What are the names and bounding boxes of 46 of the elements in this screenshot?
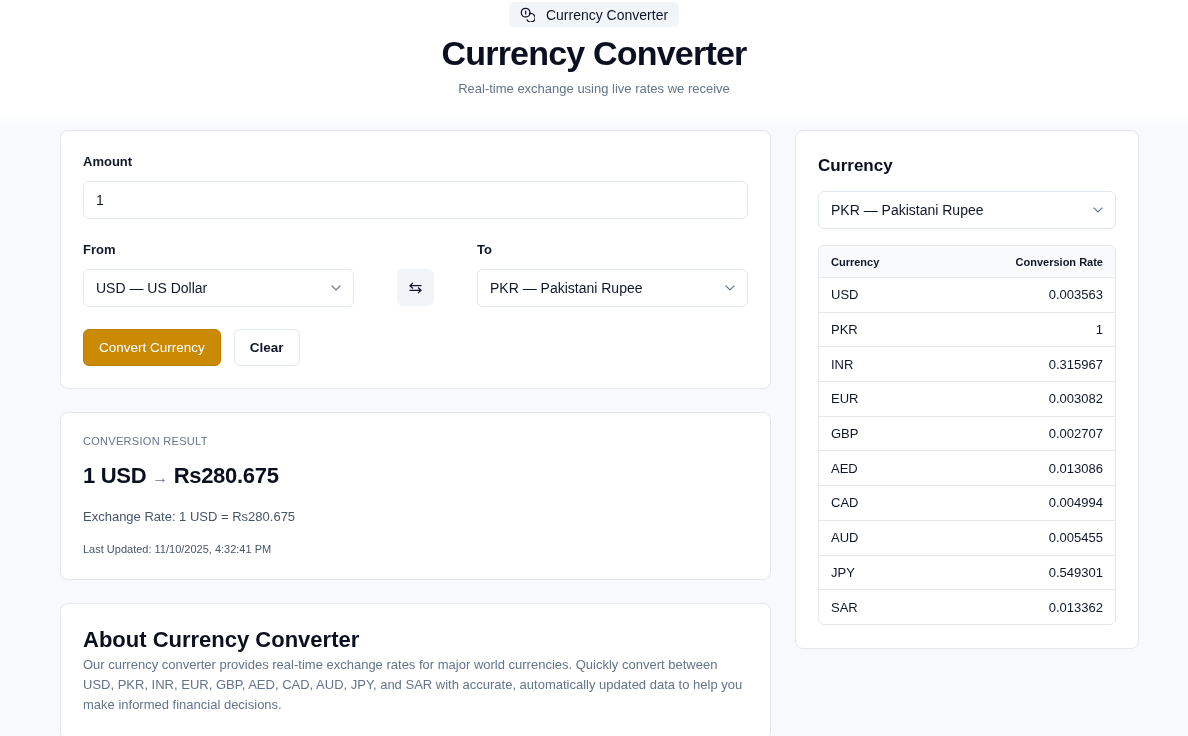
currency-cell: AUD — [831, 530, 859, 546]
chevron-icon — [725, 285, 735, 291]
swap-icon — [409, 281, 422, 294]
to-select[interactable]: PKR — Pakistani Rupee — [477, 269, 748, 307]
currency-cell: EUR — [831, 391, 859, 407]
clear-button[interactable]: Clear — [233, 329, 300, 366]
currency-cell: GBP — [831, 426, 859, 442]
page-badge: Currency Converter — [508, 2, 680, 27]
exchange-rate-text: Exchange Rate: 1 USD = Rs280.675 — [83, 508, 297, 526]
rates-title: Currency — [818, 155, 894, 177]
coins-icon — [519, 7, 535, 22]
rate-cell: 0.003082 — [1048, 391, 1103, 407]
chevron-icon — [331, 285, 341, 291]
result-value: 1 USD → Rs280.675 — [83, 462, 280, 490]
page-subtitle: Real-time exchange using live rates we receive — [458, 80, 730, 98]
rate-cell: 0.002707 — [1048, 426, 1103, 442]
currency-cell: AED — [831, 460, 858, 476]
about-title: About Currency Converter — [83, 626, 361, 654]
column-header: Currency — [831, 255, 880, 268]
column-header: Conversion Rate — [1015, 255, 1103, 268]
page-title: Currency Converter — [441, 33, 747, 74]
rate-cell: 0.005455 — [1048, 530, 1103, 546]
currency-cell: INR — [831, 356, 854, 372]
last-updated-text: Last Updated: 11/10/2025, 4:32:41 PM — [83, 542, 273, 557]
rate-cell: 0.004994 — [1048, 495, 1103, 511]
about-text: Our currency converter provides real-time exchange rates for major world currencies. Quickly convert between USD, PKR, INR, EUR, GBP, AED, CAD, AUD, JPY, and SAR with accurate, automatically updated data to help you make informed financial decisions. — [83, 656, 744, 714]
rate-cell: 0.013362 — [1048, 599, 1103, 615]
rate-cell: 0.003563 — [1048, 287, 1103, 303]
currency-cell: PKR — [831, 322, 858, 338]
swap-button[interactable] — [397, 269, 434, 306]
amount-input[interactable]: 1 — [83, 181, 748, 219]
rate-cell: 0.549301 — [1048, 564, 1103, 580]
result-label: CONVERSION RESULT — [83, 434, 209, 449]
currency-cell: USD — [831, 287, 859, 303]
rate-cell: 0.013086 — [1048, 460, 1103, 476]
from-select[interactable]: USD — US Dollar — [83, 269, 354, 307]
currency-cell: CAD — [831, 495, 859, 511]
base-currency-select[interactable]: PKR — Pakistani Rupee — [818, 191, 1116, 229]
rate-cell: 0.315967 — [1048, 356, 1103, 372]
chevron-icon — [1093, 207, 1103, 213]
currency-cell: JPY — [831, 564, 855, 580]
amount-label: Amount — [83, 153, 134, 171]
from-label: From — [83, 241, 117, 259]
rate-cell: 1 — [1095, 322, 1103, 338]
to-label: To — [477, 241, 493, 259]
currency-cell: SAR — [831, 599, 858, 615]
